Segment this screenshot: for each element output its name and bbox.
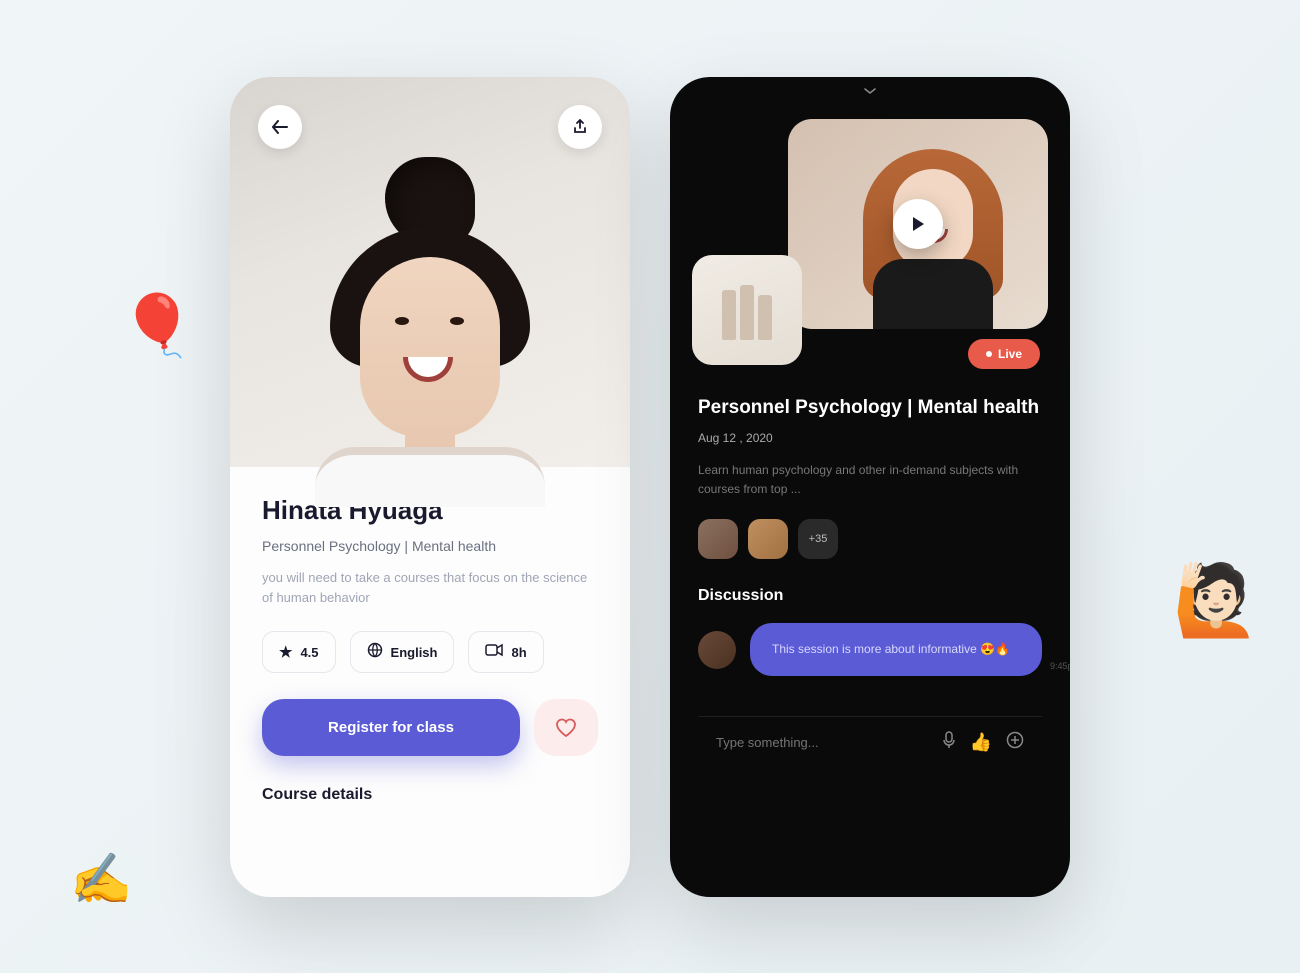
- live-dot-icon: [986, 351, 992, 357]
- rating-chip: ★ 4.5: [262, 631, 336, 673]
- discussion-timestamp: 9:45pm: [1050, 660, 1070, 673]
- waving-person-decoration: 🙋🏻: [1173, 560, 1260, 642]
- discussion-bubble: This session is more about informative 😍…: [750, 623, 1042, 676]
- phone-notch: [670, 77, 1070, 105]
- stats-row: ★ 4.5 English 8h: [262, 631, 598, 673]
- course-details-heading: Course details: [262, 786, 598, 804]
- course-description: you will need to take a courses that foc…: [262, 568, 598, 610]
- duration-value: 8h: [511, 645, 526, 660]
- language-chip: English: [350, 631, 455, 673]
- message-input[interactable]: [716, 735, 928, 750]
- session-date: Aug 12 , 2020: [698, 431, 1042, 445]
- share-button[interactable]: [558, 105, 602, 149]
- instructor-portrait: [315, 167, 545, 467]
- instructor-profile-screen: Hinata Hyuaga Personnel Psychology | Men…: [230, 77, 630, 897]
- add-button[interactable]: [1006, 731, 1024, 754]
- discussion-message-row: This session is more about informative 😍…: [698, 623, 1042, 676]
- live-badge: Live: [968, 339, 1040, 369]
- star-icon: ★: [279, 643, 292, 661]
- session-title: Personnel Psychology | Mental health: [698, 395, 1042, 422]
- balloon-decoration: 🎈: [120, 290, 195, 361]
- instructor-specialty: Personnel Psychology | Mental health: [262, 538, 598, 554]
- back-button[interactable]: [258, 105, 302, 149]
- thumbs-up-button[interactable]: 👍: [970, 732, 992, 753]
- microphone-icon[interactable]: [942, 731, 956, 754]
- participants-row: +35: [698, 519, 1042, 559]
- video-icon: [485, 643, 503, 661]
- discussion-heading: Discussion: [698, 587, 1042, 605]
- secondary-video-thumbnail[interactable]: [692, 255, 802, 365]
- discussion-text: This session is more about informative 😍…: [772, 642, 1010, 656]
- play-icon: [911, 216, 925, 232]
- writing-hand-decoration: ✍️: [70, 850, 132, 909]
- language-value: English: [391, 645, 438, 660]
- more-participants-badge[interactable]: +35: [798, 519, 838, 559]
- live-label: Live: [998, 347, 1022, 361]
- favorite-button[interactable]: [534, 699, 598, 756]
- play-button[interactable]: [893, 199, 943, 249]
- hero-photo: [230, 77, 630, 467]
- main-video-card[interactable]: [788, 119, 1048, 329]
- rating-value: 4.5: [300, 645, 318, 660]
- share-icon: [572, 119, 588, 135]
- commenter-avatar[interactable]: [698, 631, 736, 669]
- globe-icon: [367, 642, 383, 662]
- heart-icon: [555, 718, 577, 738]
- participant-avatar[interactable]: [748, 519, 788, 559]
- live-session-screen: Live Personnel Psychology | Mental healt…: [670, 77, 1070, 897]
- register-button[interactable]: Register for class: [262, 699, 520, 756]
- duration-chip: 8h: [468, 631, 543, 673]
- arrow-left-icon: [272, 120, 288, 134]
- thumbnail-content: [722, 280, 772, 340]
- session-description: Learn human psychology and other in-dema…: [698, 461, 1042, 499]
- message-input-bar: 👍: [698, 716, 1042, 768]
- participant-avatar[interactable]: [698, 519, 738, 559]
- chevron-down-icon: [863, 88, 877, 94]
